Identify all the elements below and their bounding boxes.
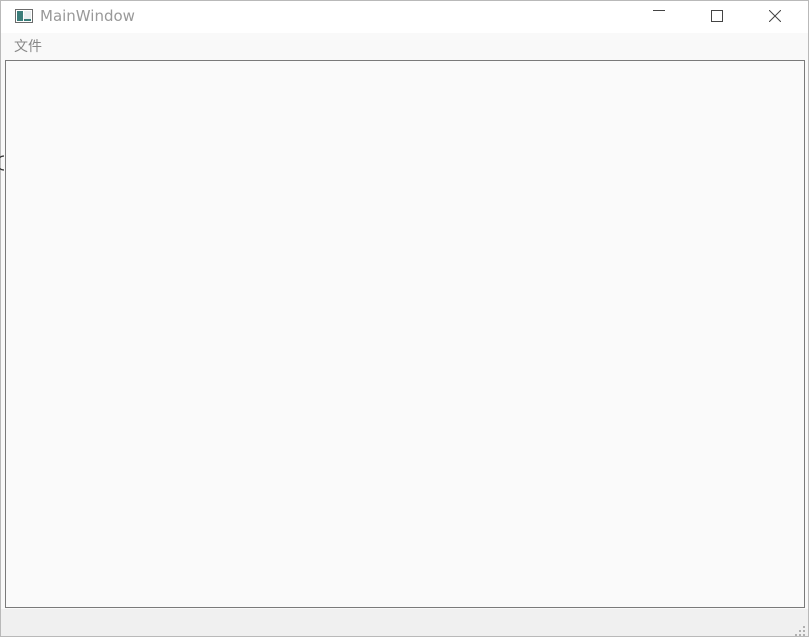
minimize-button[interactable] bbox=[630, 1, 688, 31]
size-grip-icon[interactable] bbox=[794, 622, 806, 636]
close-button[interactable] bbox=[746, 1, 804, 31]
app-window-icon bbox=[15, 8, 33, 23]
close-icon bbox=[768, 7, 782, 26]
menu-item-file[interactable]: 文件 bbox=[9, 38, 47, 56]
title-bar[interactable]: MainWindow bbox=[1, 1, 808, 33]
central-widget[interactable] bbox=[5, 60, 805, 608]
window-title: MainWindow bbox=[40, 7, 135, 25]
minimize-icon bbox=[653, 7, 665, 26]
main-window: MainWindow 文件 bbox=[0, 0, 809, 637]
maximize-icon bbox=[711, 7, 723, 26]
edge-handle-icon bbox=[0, 155, 5, 171]
maximize-button[interactable] bbox=[688, 1, 746, 31]
menu-bar: 文件 bbox=[1, 33, 808, 61]
status-bar bbox=[1, 609, 808, 636]
